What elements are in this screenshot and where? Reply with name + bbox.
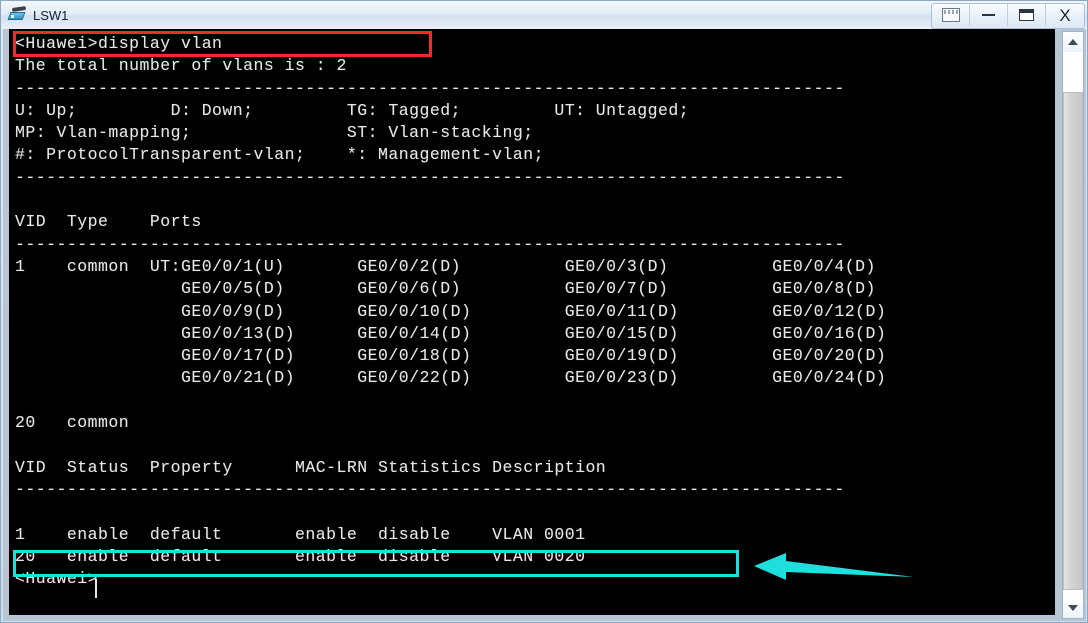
minimize-icon [982,14,995,16]
restore-window-button[interactable] [932,4,970,26]
scroll-down-icon[interactable] [1063,598,1083,618]
scroll-up-icon[interactable] [1063,32,1083,52]
text-cursor [95,579,97,598]
console-text: <Huawei>display vlan The total number of… [15,34,887,589]
window-controls: X [931,3,1085,29]
close-icon: X [1059,5,1071,25]
switch-icon [7,6,28,24]
terminal-frame: <Huawei>display vlan The total number of… [3,29,1086,621]
close-button[interactable]: X [1046,4,1084,26]
console-window: LSW1 X <Huawei>display vlan The total nu… [0,0,1088,623]
maximize-button[interactable] [1008,4,1046,26]
restore-window-icon [941,8,960,22]
vertical-scrollbar[interactable] [1062,31,1084,619]
title-bar[interactable]: LSW1 X [1,1,1087,29]
scrollbar-track[interactable] [1063,52,1083,598]
scrollbar-thumb[interactable] [1063,92,1083,590]
title-bar-left: LSW1 [1,1,68,29]
minimize-button[interactable] [970,4,1008,26]
terminal-output[interactable]: <Huawei>display vlan The total number of… [9,29,1055,615]
maximize-icon [1019,9,1034,21]
window-title: LSW1 [33,7,69,23]
